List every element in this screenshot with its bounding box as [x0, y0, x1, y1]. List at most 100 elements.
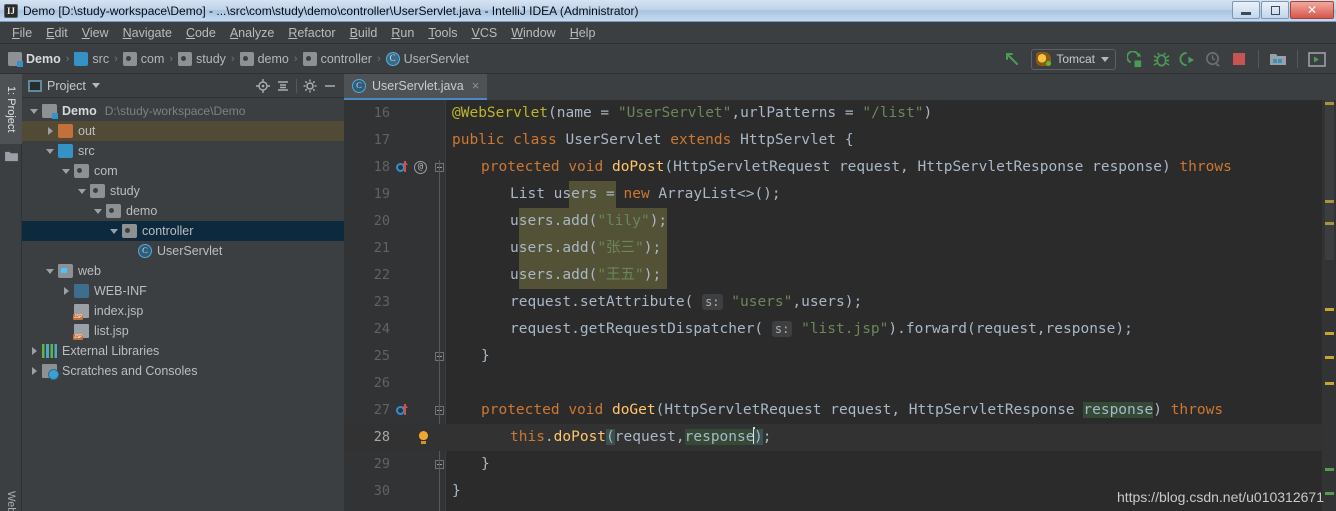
editor-scrollbar-thumb[interactable]	[1325, 100, 1334, 260]
code-line-17[interactable]: 17 public class UserServlet extends HttpS…	[344, 127, 1336, 154]
web-folder-icon	[58, 264, 73, 278]
code-token: ,users);	[792, 294, 863, 310]
code-line-19[interactable]: 19 List users = new ArrayList<>();	[344, 181, 1336, 208]
marker-ok[interactable]	[1325, 468, 1334, 471]
run-configuration-selector[interactable]: Tomcat	[1031, 48, 1116, 70]
chevron-down-icon[interactable]	[44, 144, 58, 158]
code-line-25[interactable]: 25}	[344, 343, 1336, 370]
chevron-right-icon[interactable]	[60, 284, 74, 298]
tree-item-controller[interactable]: controller	[22, 221, 344, 241]
code-line-18[interactable]: 18 @ protected void doPost(HttpServletRequ…	[344, 154, 1336, 181]
menu-item-build[interactable]: Build	[343, 24, 385, 42]
debug-icon[interactable]	[1149, 47, 1173, 71]
minimize-button[interactable]	[1232, 1, 1260, 19]
marker-warn[interactable]	[1325, 332, 1334, 335]
breadcrumb-item-demo[interactable]: demo	[239, 51, 289, 66]
code-line-16[interactable]: 16 @WebServlet(name = "UserServlet",urlPa…	[344, 100, 1336, 127]
code-text: protected void doGet(HttpServletRequest …	[481, 397, 1223, 424]
tree-item-index-jsp[interactable]: index.jsp	[22, 301, 344, 321]
java-class-icon: C	[385, 51, 400, 66]
marker-warn[interactable]	[1325, 382, 1334, 385]
hide-icon[interactable]	[320, 76, 340, 96]
chevron-down-icon[interactable]	[92, 204, 106, 218]
annotation-icon[interactable]: @	[414, 161, 427, 174]
tree-item-out[interactable]: out	[22, 121, 344, 141]
tree-item-external-libraries[interactable]: External Libraries	[22, 341, 344, 361]
chevron-down-icon[interactable]	[44, 264, 58, 278]
chevron-right-icon[interactable]	[28, 364, 42, 378]
breadcrumb-item-src[interactable]: src	[74, 51, 109, 66]
sidebar-item-web[interactable]: Web	[0, 474, 22, 511]
project-tree[interactable]: Demo D:\study-workspace\Demo out src com stud…	[22, 98, 344, 511]
breadcrumb-item-study[interactable]: study	[178, 51, 226, 66]
menu-item-code[interactable]: Code	[179, 24, 223, 42]
code-line-26[interactable]: 26	[344, 370, 1336, 397]
breadcrumb-item-controller[interactable]: controller	[302, 51, 372, 66]
code-line-27[interactable]: 27 protected void doGet(HttpServletReques…	[344, 397, 1336, 424]
chevron-down-icon[interactable]	[60, 164, 74, 178]
breadcrumb-item-demo[interactable]: Demo	[8, 51, 61, 67]
tree-item-list-jsp[interactable]: list.jsp	[22, 321, 344, 341]
tree-item-src[interactable]: src	[22, 141, 344, 161]
code-line-23[interactable]: 23 request.setAttribute( s: "users",users…	[344, 289, 1336, 316]
chevron-right-icon[interactable]	[44, 124, 58, 138]
project-panel-strip-icon[interactable]	[0, 144, 22, 168]
marker-gutter[interactable]	[1322, 100, 1336, 511]
chevron-down-icon[interactable]	[91, 83, 100, 88]
locate-icon[interactable]	[253, 76, 273, 96]
hide-window-icon[interactable]	[1305, 47, 1329, 71]
tree-item-scratches-and-consoles[interactable]: Scratches and Consoles	[22, 361, 344, 381]
menu-item-run[interactable]: Run	[384, 24, 421, 42]
run-icon[interactable]	[1123, 47, 1147, 71]
tab-userservlet-java[interactable]: C UserServlet.java ×	[344, 74, 488, 100]
marker-warn[interactable]	[1325, 308, 1334, 311]
chevron-down-icon[interactable]	[76, 184, 90, 198]
code-token: =	[836, 105, 863, 121]
chevron-right-icon[interactable]	[28, 344, 42, 358]
code-line-20[interactable]: 20 users.add("lily");	[344, 208, 1336, 235]
chevron-down-icon[interactable]	[28, 104, 42, 118]
menu-item-help[interactable]: Help	[563, 24, 603, 42]
override-marker-icon[interactable]	[396, 404, 408, 416]
menu-item-refactor[interactable]: Refactor	[281, 24, 342, 42]
sidebar-item-project[interactable]: 1: Project	[0, 74, 22, 144]
code-line-21[interactable]: 21 users.add("张三");	[344, 235, 1336, 262]
tree-item-demo[interactable]: demo	[22, 201, 344, 221]
menu-item-edit[interactable]: Edit	[39, 24, 75, 42]
collapse-all-icon[interactable]	[273, 76, 293, 96]
settings-gear-icon[interactable]	[300, 76, 320, 96]
code-line-24[interactable]: 24 request.getRequestDispatcher( s: "list…	[344, 316, 1336, 343]
tree-item-com[interactable]: com	[22, 161, 344, 181]
code-editor[interactable]: 16 @WebServlet(name = "UserServlet",urlPa…	[344, 100, 1336, 511]
intention-bulb-icon[interactable]	[418, 431, 429, 444]
menu-item-navigate[interactable]: Navigate	[116, 24, 179, 42]
menu-item-analyze[interactable]: Analyze	[223, 24, 281, 42]
menu-mnemonic: V	[81, 25, 90, 40]
tree-item-userservlet[interactable]: C UserServlet	[22, 241, 344, 261]
menu-item-view[interactable]: View	[75, 24, 116, 42]
code-line-29[interactable]: 29}	[344, 451, 1336, 478]
breadcrumb-item-com[interactable]: com	[122, 51, 164, 66]
tree-item-study[interactable]: study	[22, 181, 344, 201]
chevron-down-icon[interactable]	[108, 224, 122, 238]
marker-ok[interactable]	[1325, 492, 1334, 495]
menu-item-vcs[interactable]: VCS	[465, 24, 505, 42]
restore-button[interactable]	[1261, 1, 1289, 19]
code-line-28[interactable]: 28 this.doPost(request,response);	[344, 424, 1336, 451]
project-structure-icon[interactable]	[1266, 47, 1290, 71]
run-with-coverage-icon[interactable]	[1175, 47, 1199, 71]
close-icon[interactable]: ×	[472, 79, 480, 92]
menu-item-tools[interactable]: Tools	[421, 24, 464, 42]
tree-item-web[interactable]: web	[22, 261, 344, 281]
marker-warn[interactable]	[1325, 356, 1334, 359]
tree-item-web-inf[interactable]: WEB-INF	[22, 281, 344, 301]
breadcrumb-item-userservlet[interactable]: C UserServlet	[385, 51, 469, 66]
stop-icon[interactable]	[1227, 47, 1251, 71]
menu-item-file[interactable]: File	[5, 24, 39, 42]
tree-item-demo[interactable]: Demo D:\study-workspace\Demo	[22, 101, 344, 121]
code-line-22[interactable]: 22 users.add("王五");	[344, 262, 1336, 289]
override-marker-icon[interactable]	[396, 161, 408, 173]
menu-item-window[interactable]: Window	[504, 24, 562, 42]
arrow-up-left-icon[interactable]	[1000, 47, 1024, 71]
close-button[interactable]: ✕	[1290, 1, 1334, 19]
